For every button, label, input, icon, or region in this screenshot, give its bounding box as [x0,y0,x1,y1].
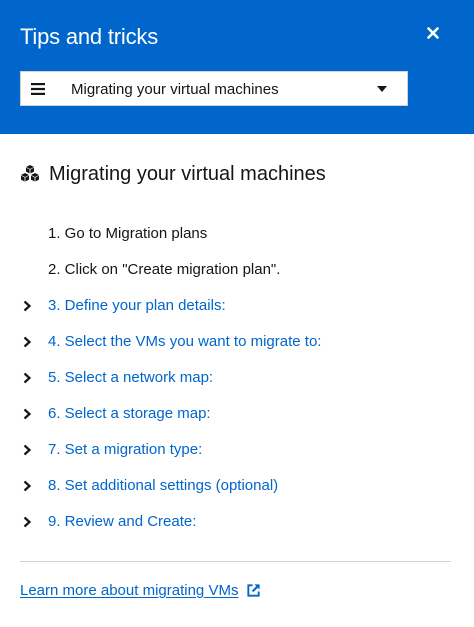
step-7-toggle[interactable]: 7. Set a migration type: [0,432,474,468]
step-5-toggle[interactable]: 5. Select a network map: [0,360,474,396]
chevron-right-icon [23,336,32,348]
step-label: 1. Go to Migration plans [48,225,208,242]
section-heading: Migrating your virtual machines [20,160,326,188]
footer-divider [20,561,451,562]
chevron-right-icon [23,516,32,528]
step-9-toggle[interactable]: 9. Review and Create: [0,504,474,540]
menu-icon [31,83,45,95]
caret-down-icon [377,86,387,92]
step-1: 1. Go to Migration plans [0,216,474,252]
step-label: 2. Click on "Create migration plan". [48,261,281,278]
learn-more-link[interactable]: Learn more about migrating VMs [20,582,261,599]
section-title: Migrating your virtual machines [49,162,326,185]
close-icon [427,27,439,39]
close-button[interactable] [420,20,446,46]
topic-select[interactable]: Migrating your virtual machines [20,71,408,106]
chevron-right-icon [23,444,32,456]
cubes-icon [21,165,39,182]
external-link-icon [247,584,261,597]
learn-more-label[interactable]: Learn more about migrating VMs [20,582,238,599]
step-label[interactable]: 6. Select a storage map: [48,405,211,423]
step-label[interactable]: 4. Select the VMs you want to migrate to… [48,333,321,351]
step-label[interactable]: 3. Define your plan details: [48,297,226,315]
chevron-right-icon [23,372,32,384]
step-label[interactable]: 8. Set additional settings (optional) [48,477,278,495]
step-8-toggle[interactable]: 8. Set additional settings (optional) [0,468,474,504]
step-label[interactable]: 7. Set a migration type: [48,441,202,459]
tips-header: Tips and tricks Migrating your virtual m… [0,0,474,134]
chevron-right-icon [23,300,32,312]
step-4-toggle[interactable]: 4. Select the VMs you want to migrate to… [0,324,474,360]
step-6-toggle[interactable]: 6. Select a storage map: [0,396,474,432]
step-2: 2. Click on "Create migration plan". [0,252,474,288]
step-label[interactable]: 5. Select a network map: [48,369,213,387]
topic-select-value: Migrating your virtual machines [71,81,279,98]
chevron-right-icon [23,480,32,492]
chevron-right-icon [23,408,32,420]
step-3-toggle[interactable]: 3. Define your plan details: [0,288,474,324]
step-label[interactable]: 9. Review and Create: [48,513,196,531]
panel-title: Tips and tricks [20,24,159,49]
